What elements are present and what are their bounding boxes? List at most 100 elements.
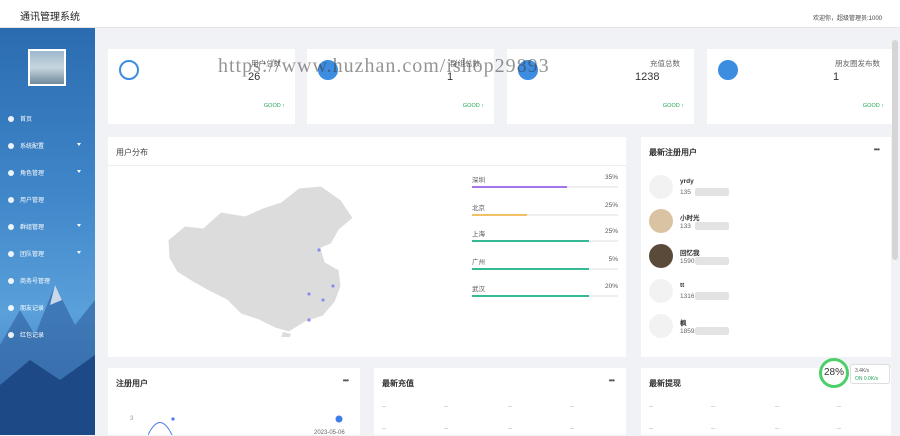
map-point (331, 284, 335, 288)
heart-circle-icon (718, 60, 738, 80)
table-cell: -- (570, 426, 574, 432)
scrollbar[interactable] (892, 40, 898, 260)
sidebar-item-label: 商务号管理 (20, 279, 51, 285)
sidebar-item-team[interactable]: 团队管理 (0, 240, 95, 267)
sidebar-item-role[interactable]: 角色管理 (0, 159, 95, 186)
sidebar-item-users[interactable]: 用户管理 (0, 186, 95, 213)
city-row: 武汉 20% (472, 283, 618, 311)
network-speed-widget[interactable]: 28% 3.4K/s ON 0.0K/s (817, 358, 893, 388)
group-icon (8, 223, 14, 230)
user-name: tt (680, 282, 685, 289)
chevron-down-icon (77, 251, 81, 254)
sidebar-item-label: 首页 (20, 117, 33, 123)
stat-trend: GOOD ↑ (263, 103, 285, 109)
sidebar-nav: 首页 系统配置 角色管理 用户管理 群组管理 团队管理 商务号管理 朋友记录 红… (0, 105, 95, 348)
progress-fill (472, 295, 589, 297)
chart-date-label: 2023-05-06 (314, 430, 345, 436)
list-item[interactable]: tt 1316 (649, 279, 869, 309)
panel-title: 注册用户 (116, 379, 148, 388)
city-percent: 25% (604, 202, 618, 209)
sidebar-item-chat-records[interactable]: 朋友记录 (0, 294, 95, 321)
panel-title: 最新充值 (382, 379, 414, 388)
redacted-block (695, 327, 729, 335)
profile-avatar[interactable] (28, 49, 66, 86)
progress-fill (472, 240, 589, 242)
user-distribution-panel: 用户分布 深圳 35% 北京 25% 上海 25% 广州 5% 武汉 20% (108, 137, 626, 357)
stat-label: 朋友圈发布数 (835, 59, 880, 68)
user-name: 回忆我 (680, 250, 700, 257)
table-cell: -- (444, 426, 448, 432)
city-percent: 5% (608, 256, 618, 263)
city-name: 上海 (472, 231, 485, 238)
redacted-block (695, 292, 729, 300)
more-icon[interactable]: ••• (874, 145, 880, 154)
progress-track (472, 240, 618, 242)
latest-recharge-panel: 最新充值 ••• -- -- -- -- -- -- -- -- (374, 368, 626, 435)
progress-track (472, 186, 618, 188)
user-phone: 1590 (680, 258, 695, 265)
city-row: 深圳 35% (472, 174, 618, 202)
avatar (649, 244, 673, 268)
top-bar: 通讯管理系统 欢迎你，超级管理员:1000 (0, 0, 900, 28)
sidebar-item-business[interactable]: 商务号管理 (0, 267, 95, 294)
user-phone: 1316 (680, 293, 695, 300)
chevron-down-icon (77, 224, 81, 227)
redacted-block (695, 257, 729, 265)
sidebar-item-system-config[interactable]: 系统配置 (0, 132, 95, 159)
sidebar-item-label: 红包记录 (20, 333, 45, 339)
sidebar-item-groups[interactable]: 群组管理 (0, 213, 95, 240)
city-name: 深圳 (472, 177, 485, 184)
redpacket-icon (8, 331, 14, 338)
role-icon (8, 169, 14, 176)
sidebar-item-label: 角色管理 (20, 171, 45, 177)
table-cell: -- (837, 404, 841, 410)
avatar (649, 175, 673, 199)
table-cell: -- (649, 426, 653, 432)
city-name: 广州 (472, 259, 485, 266)
table-cell: -- (570, 404, 574, 410)
city-row: 上海 25% (472, 228, 618, 256)
table-cell: -- (444, 404, 448, 410)
stat-label: 充值总数 (650, 59, 680, 68)
cpu-percent-ring: 28% (819, 358, 849, 388)
stat-card-moments: 朋友圈发布数 1 GOOD ↑ (707, 49, 894, 124)
city-percent: 25% (604, 228, 618, 235)
y-tick-label: 3 (130, 416, 134, 422)
redacted-block (695, 222, 729, 230)
progress-track (472, 295, 618, 297)
stat-trend: GOOD ↑ (862, 103, 884, 109)
map-point (307, 318, 311, 322)
stat-trend: GOOD ↑ (662, 103, 684, 109)
sidebar-item-home[interactable]: 首页 (0, 105, 95, 132)
table-cell: -- (711, 426, 715, 432)
more-icon[interactable]: ••• (609, 376, 615, 385)
sidebar-item-redpacket[interactable]: 红包记录 (0, 321, 95, 348)
table-cell: -- (711, 404, 715, 410)
table-cell: -- (775, 426, 779, 432)
list-item[interactable]: 枫 18592 (649, 314, 869, 344)
map-point (307, 292, 311, 296)
registered-users-panel: 注册用户 ••• 3 2023-05-06 (108, 368, 360, 436)
line-chart (148, 417, 175, 435)
user-name: 小时光 (680, 215, 700, 222)
list-item[interactable]: yrdy 135 (649, 175, 869, 205)
more-icon[interactable]: ••• (343, 376, 349, 385)
user-circle-icon (119, 60, 139, 80)
table-cell: -- (649, 404, 653, 410)
china-map (167, 185, 354, 337)
stat-value: 1 (833, 71, 840, 83)
progress-track (472, 214, 618, 216)
welcome-text[interactable]: 欢迎你，超级管理员:1000 (813, 13, 882, 22)
panel-title: 最新提现 (649, 379, 681, 388)
city-percent: 35% (604, 174, 618, 181)
sidebar-item-label: 群组管理 (20, 225, 45, 231)
sidebar-item-label: 用户管理 (20, 198, 45, 204)
speed-status: ON 0.0K/s (855, 376, 879, 382)
list-item[interactable]: 回忆我 1590 (649, 244, 869, 274)
city-name: 武汉 (472, 286, 485, 293)
user-name: 枫 (680, 320, 687, 327)
list-item[interactable]: 小时光 133 (649, 209, 869, 239)
city-percent: 20% (604, 283, 618, 290)
stat-trend: GOOD ↑ (462, 103, 484, 109)
progress-fill (472, 214, 528, 216)
